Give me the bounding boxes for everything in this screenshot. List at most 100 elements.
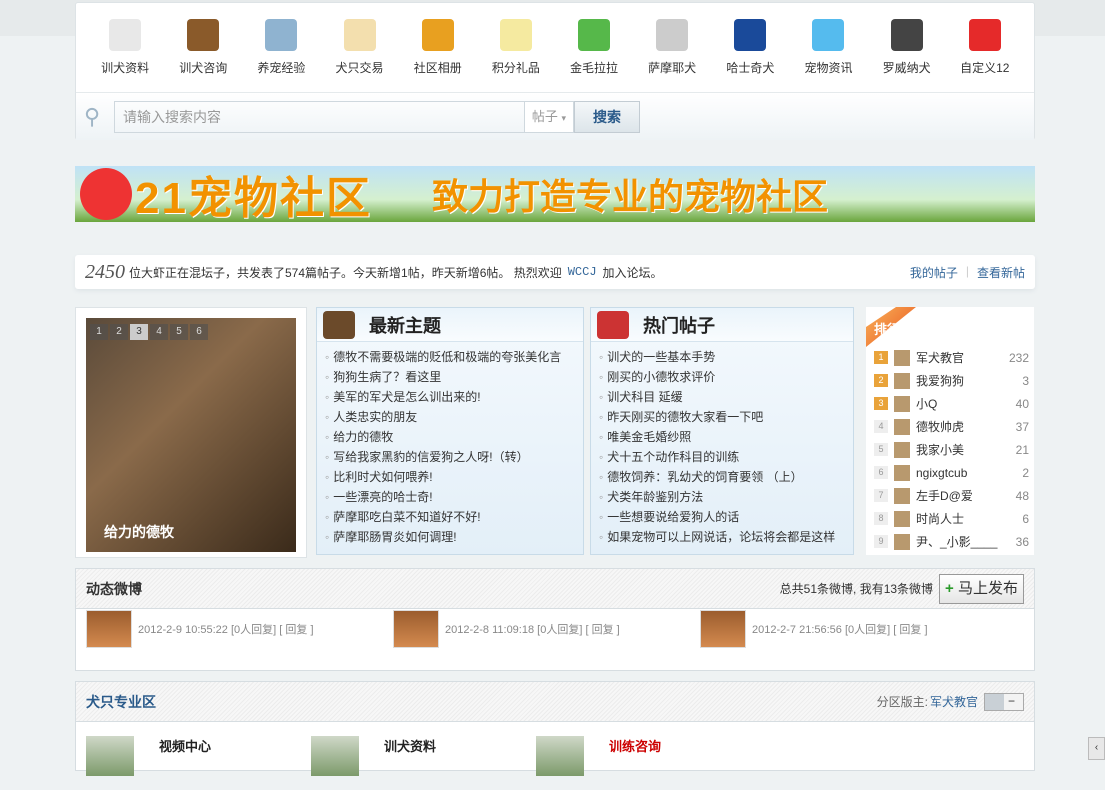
topic-link[interactable]: 美军的军犬是怎么训出来的! — [325, 387, 583, 407]
nav-item[interactable]: 养宠经验 — [243, 19, 320, 92]
avatar[interactable] — [86, 610, 132, 648]
user-name[interactable]: 军犬教官 — [916, 349, 1009, 366]
nav-item-label: 训犬资料 — [101, 61, 150, 75]
post-now-button[interactable]: + 马上发布 — [939, 573, 1024, 604]
slide-page-button[interactable]: 6 — [190, 324, 208, 340]
reply-count[interactable]: [0人回复] — [845, 624, 890, 636]
search-input[interactable]: 请输入搜索内容 — [114, 100, 524, 133]
user-name[interactable]: ngixgtcub — [916, 466, 1022, 480]
topic-link[interactable]: 人类忠实的朋友 — [325, 407, 583, 427]
forum-item[interactable]: 训犬资料 — [311, 736, 536, 776]
user-name[interactable]: 尹、_小影____ — [916, 533, 1016, 550]
forum-thumbnail[interactable] — [536, 736, 584, 776]
rank-row[interactable]: 9 尹、_小影____ 36 — [874, 530, 1029, 553]
avatar[interactable] — [894, 372, 910, 389]
moderator-link[interactable]: 军犬教官 — [930, 693, 978, 710]
user-name[interactable]: 时尚人士 — [916, 510, 1022, 527]
rank-row[interactable]: 6 ngixgtcub 2 — [874, 461, 1029, 484]
rank-row[interactable]: 2 我爱狗狗 3 — [874, 369, 1029, 392]
slide-caption[interactable]: 给力的德牧 — [104, 522, 174, 542]
chalkboard-icon — [323, 310, 355, 339]
topic-link[interactable]: 如果宠物可以上网说话，论坛将会都是这样 — [599, 527, 853, 547]
avatar[interactable] — [894, 510, 910, 527]
topic-link[interactable]: 刚买的小德牧求评价 — [599, 367, 853, 387]
forum-name[interactable]: 视频中心 — [159, 736, 211, 776]
rank-row[interactable]: 4 德牧帅虎 37 — [874, 415, 1029, 438]
topic-link[interactable]: 比利时犬如何喂养! — [325, 467, 583, 487]
nav-item[interactable]: 金毛拉拉 — [556, 19, 633, 92]
nav-item[interactable]: 犬只交易 — [321, 19, 398, 92]
avatar[interactable] — [894, 533, 910, 550]
avatar[interactable] — [393, 610, 439, 648]
topic-link[interactable]: 萨摩耶吃白菜不知道好不好! — [325, 507, 583, 527]
forum-item[interactable]: 视频中心 — [86, 736, 311, 776]
search-type-select[interactable]: 帖子 ▾ — [524, 100, 574, 133]
user-name[interactable]: 小Q — [916, 395, 1016, 412]
slide-page-button[interactable]: 1 — [90, 324, 108, 340]
topic-link[interactable]: 德牧不需要极端的贬低和极端的夸张美化言 — [325, 347, 583, 367]
collapse-toggle[interactable]: − — [984, 692, 1024, 711]
my-posts-link[interactable]: 我的帖子 — [910, 264, 958, 281]
reply-count[interactable]: [0人回复] — [231, 624, 276, 636]
topic-link[interactable]: 一些想要说给爱狗人的话 — [599, 507, 853, 527]
slide-page-button[interactable]: 3 — [130, 324, 148, 340]
topic-link[interactable]: 一些漂亮的哈士奇! — [325, 487, 583, 507]
nav-item[interactable]: 萨摩耶犬 — [634, 19, 711, 92]
topic-link[interactable]: 萨摩耶肠胃炎如何调理! — [325, 527, 583, 547]
banner[interactable]: 21宠物社区 致力打造专业的宠物社区 — [75, 166, 1035, 222]
topic-link[interactable]: 犬十五个动作科目的训练 — [599, 447, 853, 467]
slide-image[interactable]: 123456 给力的德牧 — [86, 318, 296, 552]
nav-item[interactable]: 社区相册 — [399, 19, 476, 92]
avatar[interactable] — [894, 349, 910, 366]
avatar[interactable] — [894, 487, 910, 504]
topic-link[interactable]: 训犬科目 延缓 — [599, 387, 853, 407]
nav-item[interactable]: 训犬咨询 — [165, 19, 242, 92]
topic-link[interactable]: 犬类年龄鉴别方法 — [599, 487, 853, 507]
topic-link[interactable]: 训犬的一些基本手势 — [599, 347, 853, 367]
slide-page-button[interactable]: 2 — [110, 324, 128, 340]
reply-link[interactable]: [ 回复 ] — [585, 624, 619, 636]
new-posts-link[interactable]: 查看新帖 — [977, 264, 1025, 281]
rank-row[interactable]: 3 小Q 40 — [874, 392, 1029, 415]
rank-row[interactable]: 7 左手D@爱 48 — [874, 484, 1029, 507]
nav-item[interactable]: 哈士奇犬 — [712, 19, 789, 92]
topic-link[interactable]: 写给我家黑豹的信爱狗之人呀!（转） — [325, 447, 583, 467]
avatar[interactable] — [894, 464, 910, 481]
nav-item[interactable]: 积分礼品 — [477, 19, 554, 92]
topic-link[interactable]: 唯美金毛婚纱照 — [599, 427, 853, 447]
nav-item[interactable]: 宠物资讯 — [790, 19, 867, 92]
user-name[interactable]: 我爱狗狗 — [916, 372, 1022, 389]
topic-link[interactable]: 昨天刚买的德牧大家看一下吧 — [599, 407, 853, 427]
topic-link[interactable]: 给力的德牧 — [325, 427, 583, 447]
topic-link[interactable]: 德牧饲养：乳幼犬的饲育要领 （上） — [599, 467, 853, 487]
forum-name[interactable]: 训练咨询 — [609, 736, 661, 776]
avatar[interactable] — [894, 395, 910, 412]
user-name[interactable]: 左手D@爱 — [916, 487, 1016, 504]
forum-name[interactable]: 训犬资料 — [384, 736, 436, 776]
forum-thumbnail[interactable] — [311, 736, 359, 776]
search-button[interactable]: 搜索 — [574, 100, 640, 133]
new-user-link[interactable]: WCCJ — [568, 265, 597, 279]
scroll-left-button[interactable]: ‹ — [1088, 737, 1105, 760]
slide-page-button[interactable]: 5 — [170, 324, 188, 340]
nav-item[interactable]: 自定义12 — [946, 19, 1023, 92]
rank-row[interactable]: 8 时尚人士 6 — [874, 507, 1029, 530]
rank-row[interactable]: 1 军犬教官 232 — [874, 346, 1029, 369]
post-count: 37 — [1015, 419, 1029, 434]
forum-item[interactable]: 训练咨询 — [536, 736, 761, 776]
avatar[interactable] — [894, 418, 910, 435]
nav-item[interactable]: 训犬资料 — [87, 19, 164, 92]
topic-link[interactable]: 狗狗生病了？看这里 — [325, 367, 583, 387]
user-name[interactable]: 德牧帅虎 — [916, 418, 1016, 435]
reply-link[interactable]: [ 回复 ] — [893, 624, 927, 636]
user-name[interactable]: 我家小美 — [916, 441, 1016, 458]
forum-thumbnail[interactable] — [86, 736, 134, 776]
avatar[interactable] — [700, 610, 746, 648]
avatar[interactable] — [894, 441, 910, 458]
section-title: 动态微博 — [86, 580, 142, 597]
reply-link[interactable]: [ 回复 ] — [279, 624, 313, 636]
slide-page-button[interactable]: 4 — [150, 324, 168, 340]
rank-row[interactable]: 5 我家小美 21 — [874, 438, 1029, 461]
reply-count[interactable]: [0人回复] — [537, 624, 582, 636]
nav-item[interactable]: 罗威纳犬 — [868, 19, 945, 92]
